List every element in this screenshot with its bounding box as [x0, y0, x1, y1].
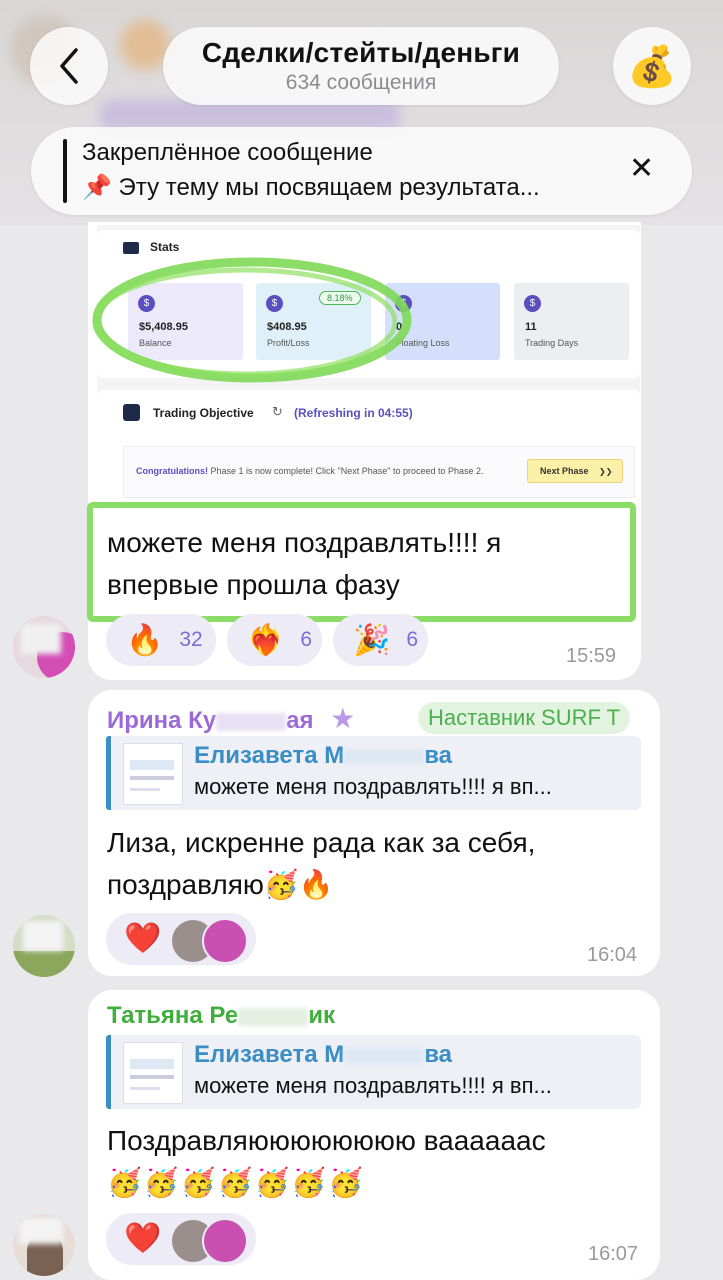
heart-icon: ❤️ — [124, 1222, 162, 1255]
quote-text: можете меня поздравлять!!!! я вп... — [194, 1073, 552, 1098]
message-time: 16:07 — [588, 1243, 639, 1265]
reactor-avatar — [202, 918, 248, 964]
close-icon: ✕ — [629, 152, 655, 185]
role-badge: Наставник SURF T — [418, 702, 631, 734]
pinned-message-bar[interactable]: Закреплённое сообщение 📌 Эту тему мы пос… — [31, 127, 692, 215]
congrats-text: Congratulations! Phase 1 is now complete… — [136, 466, 484, 476]
message-text-line: поздравляю🥳🔥 — [107, 869, 334, 900]
star-icon: ★ — [330, 703, 356, 734]
chat-title-pill[interactable]: Сделки/стейты/деньги 634 сообщения — [163, 27, 559, 105]
quote-author: Елизавета Мва — [194, 742, 452, 769]
message-count: 634 сообщения — [285, 71, 437, 94]
refresh-icon: ↻ — [272, 404, 283, 419]
refresh-countdown: (Refreshing in 04:55) — [294, 406, 413, 420]
back-button[interactable] — [30, 27, 108, 105]
reactor-avatar — [202, 1218, 248, 1264]
trading-days-label: Trading Days — [525, 338, 579, 348]
message-time: 15:59 — [566, 645, 617, 667]
avatar[interactable] — [13, 1214, 75, 1276]
green-circle-highlight — [92, 257, 412, 383]
green-box-highlight — [87, 502, 636, 622]
author-name[interactable]: Татьяна Ре ик — [107, 1002, 335, 1030]
reaction-count: 6 — [300, 628, 313, 651]
trading-days-card: $ 11 Trading Days — [514, 283, 629, 360]
quote-thumbnail — [123, 1042, 183, 1104]
avatar[interactable] — [13, 616, 75, 678]
reaction-heart[interactable]: ❤️ — [106, 1213, 256, 1265]
chat-avatar-button[interactable]: 💰 — [613, 27, 691, 105]
reaction-party[interactable]: 🎉 6 — [333, 614, 428, 666]
pinned-text: 📌 Эту тему мы посвящаем результата... — [82, 174, 540, 201]
party-popper-icon: 🎉 — [353, 623, 391, 657]
congrats-rest: Phase 1 is now complete! Click "Next Pha… — [208, 466, 484, 476]
reaction-heart-fire[interactable]: ❤️‍🔥 6 — [227, 614, 322, 666]
objective-title: Trading Objective — [153, 406, 254, 420]
next-phase-label: Next Phase — [540, 466, 589, 476]
message-text-line: 🥳🥳🥳🥳🥳🥳🥳 — [107, 1167, 366, 1198]
calendar-icon — [123, 404, 140, 421]
money-bag-icon: 💰 — [627, 44, 677, 89]
reaction-heart[interactable]: ❤️ — [106, 913, 256, 965]
chat-title: Сделки/стейты/деньги — [201, 37, 521, 68]
pinned-indicator — [63, 139, 67, 203]
heart-on-fire-icon: ❤️‍🔥 — [247, 623, 285, 657]
fire-icon: 🔥 — [126, 623, 164, 657]
author-name[interactable]: Ирина Ку ая ★ — [107, 702, 355, 735]
chevron-left-icon — [60, 48, 78, 84]
quote-author: Елизавета Мва — [194, 1041, 452, 1068]
reaction-count: 6 — [406, 628, 419, 651]
reaction-count: 32 — [179, 628, 203, 651]
double-chevron-icon: ❯❯ — [599, 467, 613, 476]
quote-text: можете меня поздравлять!!!! я вп... — [194, 774, 552, 799]
heart-icon: ❤️ — [124, 922, 162, 955]
quote-thumbnail — [123, 743, 183, 805]
message-text-line: Поздравляюююююююю ваааааас — [107, 1125, 546, 1156]
trading-objective-panel: Trading Objective ↻ (Refreshing in 04:55… — [97, 390, 640, 510]
avatar[interactable] — [13, 915, 75, 977]
next-phase-button[interactable]: Next Phase ❯❯ — [527, 459, 623, 483]
pinned-title: Закреплённое сообщение — [82, 139, 373, 166]
close-pinned-button[interactable]: ✕ — [629, 151, 654, 186]
congrats-strong: Congratulations! — [136, 466, 208, 476]
message-text-line: Лиза, искренне рада как за себя, — [107, 827, 536, 858]
reply-quote[interactable]: Елизавета Мва можете меня поздравлять!!!… — [106, 1035, 641, 1109]
reply-quote[interactable]: Елизавета Мва можете меня поздравлять!!!… — [106, 736, 641, 810]
congrats-banner: Congratulations! Phase 1 is now complete… — [123, 446, 635, 498]
dollar-coin-icon: $ — [524, 295, 541, 312]
reaction-fire[interactable]: 🔥 32 — [106, 614, 216, 666]
trading-days-value: 11 — [525, 321, 537, 333]
message-time: 16:04 — [587, 944, 638, 966]
